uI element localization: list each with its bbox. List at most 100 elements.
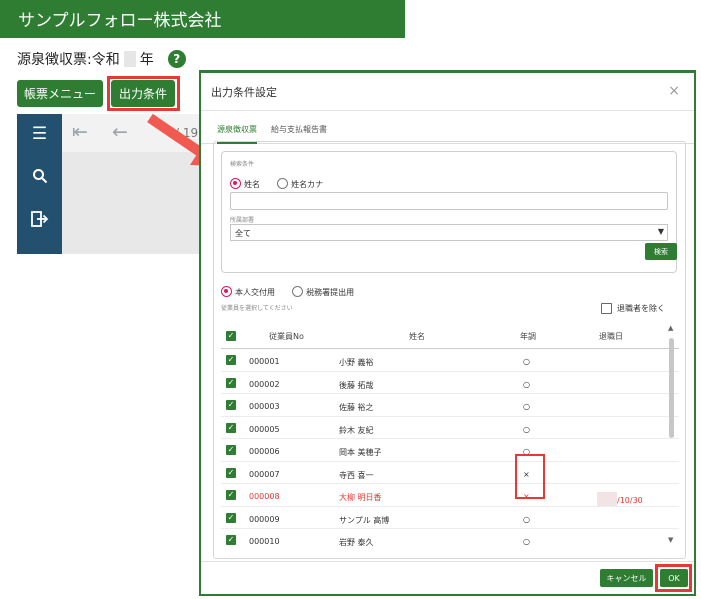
employee-name: 小野 義裕 (339, 358, 374, 367)
table-header: ✓ 従業員No 姓名 年調 退職日 (221, 321, 679, 349)
retirement-date: /10/30 (617, 496, 643, 505)
radio-tax-office-label: 税務署提出用 (306, 288, 355, 297)
table-row[interactable]: ✓ 000009 サンプル 高博 ○ (221, 507, 679, 529)
row-checkbox[interactable]: ✓ (226, 467, 236, 478)
employee-no: 000001 (249, 357, 280, 366)
row-checkbox[interactable]: ✓ (226, 512, 236, 523)
cancel-button[interactable]: キャンセル (600, 569, 653, 587)
dialog-header: 出力条件設定 × (201, 73, 694, 111)
employee-name: 鈴木 友紀 (339, 425, 374, 435)
employee-name: 佐藤 裕之 (339, 403, 374, 412)
employee-name: 後藤 拓哉 (339, 380, 374, 390)
department-value: 全て (235, 229, 251, 238)
col-name: 姓名 (409, 332, 425, 341)
row-checkbox[interactable]: ✓ (226, 400, 236, 410)
adjustment-highlight (515, 454, 545, 499)
radio-name-kana[interactable] (277, 178, 289, 189)
radio-name-kana-label: 姓名カナ (291, 180, 324, 189)
table-row[interactable]: ✓ 000001 小野 義裕 ○ (221, 349, 679, 372)
help-icon[interactable]: ? (167, 50, 186, 68)
employee-name: 寺西 喜一 (339, 470, 374, 480)
radio-name[interactable] (230, 178, 241, 189)
tab-withholding-slip[interactable]: 源泉徴収票 (217, 124, 257, 144)
employee-table: ✓ 従業員No 姓名 年調 退職日 ✓ 000001 小野 義裕 ○ ✓ 000… (221, 321, 679, 547)
scroll-thumb[interactable] (669, 338, 674, 438)
retirement-date-cell: /10/30 (597, 492, 643, 506)
search-section-label: 検索条件 (230, 161, 255, 168)
page-title: 源泉徴収票:令和 年 ? (17, 49, 186, 69)
table-row[interactable]: ✓ 000006 岡本 美穂子 ○ (221, 439, 679, 462)
table-row[interactable]: ✓ 000002 後藤 拓哉 ○ (221, 372, 679, 394)
select-all-checkbox[interactable]: ✓ (226, 331, 236, 341)
table-row[interactable]: ✓ 000003 佐藤 裕之 ○ (221, 394, 679, 417)
radio-personal-label: 本人交付用 (235, 288, 275, 297)
menu-icon[interactable]: ☰ (17, 124, 62, 144)
table-row[interactable]: ✓ 000008 大柳 明日香 × /10/30 (221, 484, 679, 507)
employee-no: 000007 (249, 469, 280, 479)
conditions-highlight (107, 76, 180, 111)
tab-payment-report[interactable]: 給与支払報告書 (271, 124, 327, 144)
company-header: サンプルフォロー株式会社 (0, 0, 405, 38)
search-button[interactable]: 検索 (645, 243, 677, 260)
first-page-icon[interactable]: ⇤ (72, 121, 88, 143)
table-scrollbar[interactable]: ▲ ▼ (667, 324, 676, 544)
side-nav: ☰ (17, 114, 62, 254)
dialog-tabs: 源泉徴収票 給与支払報告書 (201, 111, 694, 144)
employee-name: 岡本 美穂子 (339, 448, 382, 457)
employee-no: 000006 (249, 447, 280, 456)
year-end-adjustment: ○ (523, 537, 530, 546)
radio-tax-office[interactable] (292, 286, 304, 297)
dialog-title: 出力条件設定 (211, 85, 277, 99)
chevron-down-icon: ▼ (657, 227, 664, 236)
dialog-footer: キャンセル OK (201, 561, 694, 594)
exit-icon[interactable] (17, 211, 62, 232)
employee-no: 000003 (249, 402, 280, 411)
scroll-down-icon[interactable]: ▼ (668, 536, 673, 544)
row-checkbox[interactable]: ✓ (226, 377, 236, 388)
row-checkbox[interactable]: ✓ (226, 535, 236, 545)
year-mask (123, 51, 136, 67)
report-menu-button[interactable]: 帳票メニュー (17, 80, 103, 107)
row-checkbox[interactable]: ✓ (226, 490, 236, 500)
employee-no: 000009 (249, 514, 280, 524)
search-conditions: 検索条件 姓名 姓名カナ 所属部署 全て ▼ 検索 (221, 151, 677, 273)
year-end-adjustment: ○ (523, 424, 530, 434)
retire-year-mask (597, 492, 617, 506)
selection-hint: 従業員を選択してください (221, 305, 293, 312)
table-row[interactable]: ✓ 000010 岩野 泰久 ○ (221, 529, 679, 547)
department-select[interactable]: 全て ▼ (230, 224, 668, 241)
employee-no: 000005 (249, 424, 280, 434)
exclude-retired-checkbox[interactable] (601, 303, 612, 314)
employee-no: 000010 (249, 537, 280, 546)
close-icon[interactable]: × (668, 83, 680, 99)
exclude-retired[interactable]: 退職者を除く (601, 303, 665, 314)
name-mode-radios: 姓名 姓名カナ (230, 172, 335, 191)
row-checkbox[interactable]: ✓ (226, 355, 236, 365)
row-checkbox[interactable]: ✓ (226, 422, 236, 433)
year-end-adjustment: ○ (523, 357, 530, 366)
page-title-prefix: 源泉徴収票:令和 (17, 52, 120, 68)
row-checkbox[interactable]: ✓ (226, 445, 236, 455)
search-icon[interactable] (17, 168, 62, 189)
output-conditions-dialog: 出力条件設定 × 源泉徴収票 給与支払報告書 検索条件 姓名 姓名カナ 所属部署… (199, 70, 696, 596)
employee-name: 岩野 泰久 (339, 538, 374, 547)
col-retirement-date: 退職日 (599, 332, 623, 341)
page-title-suffix: 年 (139, 52, 154, 68)
col-employee-no: 従業員No (269, 332, 304, 341)
year-end-adjustment: ○ (523, 514, 530, 524)
employee-no: 000008 (249, 492, 280, 501)
search-name-input[interactable] (230, 192, 668, 210)
employee-name: サンプル 高博 (339, 515, 390, 525)
employee-name: 大柳 明日香 (339, 493, 382, 502)
radio-personal[interactable] (221, 286, 232, 297)
table-row[interactable]: ✓ 000005 鈴木 友紀 ○ (221, 417, 679, 439)
radio-name-label: 姓名 (244, 180, 260, 189)
company-name: サンプルフォロー株式会社 (18, 11, 222, 31)
department-label: 所属部署 (230, 217, 255, 224)
exclude-retired-label: 退職者を除く (617, 304, 665, 313)
table-row[interactable]: ✓ 000007 寺西 喜一 × (221, 462, 679, 484)
year-end-adjustment: ○ (523, 402, 530, 411)
prev-page-icon[interactable]: ← (112, 121, 128, 143)
scroll-up-icon[interactable]: ▲ (668, 324, 673, 332)
ok-highlight (655, 564, 692, 592)
